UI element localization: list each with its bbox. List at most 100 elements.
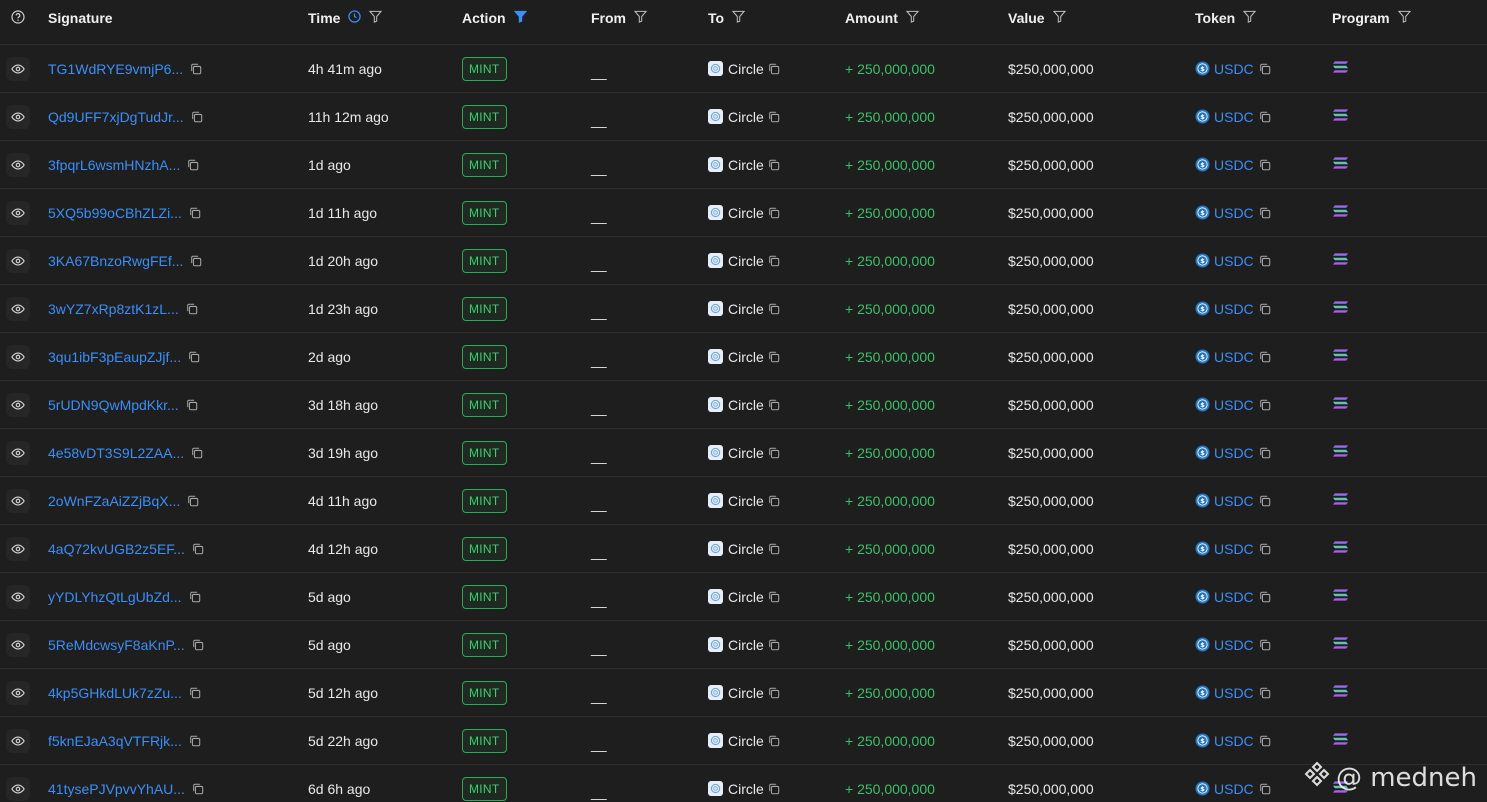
token-link[interactable]: USDC [1214,541,1254,557]
token-link[interactable]: USDC [1214,493,1254,509]
copy-icon[interactable] [768,399,780,411]
copy-icon[interactable] [768,351,780,363]
copy-icon[interactable] [768,687,780,699]
copy-icon[interactable] [768,447,780,459]
solana-icon[interactable] [1332,396,1349,413]
solana-icon[interactable] [1332,108,1349,125]
copy-icon[interactable] [189,207,201,219]
solana-icon[interactable] [1332,348,1349,365]
signature-link[interactable]: f5knEJaA3qVTFRjk... [48,733,182,749]
copy-icon[interactable] [1259,303,1271,315]
copy-icon[interactable] [1259,495,1271,507]
signature-link[interactable]: 41tysePJVpvvYhAU... [48,781,185,797]
signature-link[interactable]: 2oWnFZaAiZZjBqX... [48,493,180,509]
copy-icon[interactable] [186,303,198,315]
to-label[interactable]: Circle [728,589,764,605]
solana-icon[interactable] [1332,732,1349,749]
to-label[interactable]: Circle [728,637,764,653]
to-label[interactable]: Circle [728,157,764,173]
table-row[interactable]: 3KA67BnzoRwgFEf... 1d 20h ago MINT __ Ci… [0,237,1487,285]
view-button[interactable] [6,56,30,81]
to-label[interactable]: Circle [728,685,764,701]
copy-icon[interactable] [1259,591,1271,603]
filter-active-icon[interactable] [513,10,527,23]
view-button[interactable] [6,392,30,417]
filter-icon[interactable] [1243,10,1257,23]
filter-icon[interactable] [634,10,647,23]
copy-icon[interactable] [768,543,780,555]
copy-icon[interactable] [768,207,780,219]
copy-icon[interactable] [1259,639,1271,651]
view-button[interactable] [6,248,30,273]
token-link[interactable]: USDC [1214,109,1254,125]
token-link[interactable]: USDC [1214,685,1254,701]
copy-icon[interactable] [190,255,202,267]
copy-icon[interactable] [1259,399,1271,411]
signature-link[interactable]: 4kp5GHkdLUk7zZu... [48,685,182,701]
copy-icon[interactable] [186,399,198,411]
view-button[interactable] [6,632,30,657]
table-row[interactable]: 3fpqrL6wsmHNzhA... 1d ago MINT __ Circle… [0,141,1487,189]
to-label[interactable]: Circle [728,541,764,557]
table-row[interactable]: 4e58vDT3S9L2ZAA... 3d 19h ago MINT __ Ci… [0,429,1487,477]
to-label[interactable]: Circle [728,349,764,365]
clock-icon[interactable] [348,10,362,23]
view-button[interactable] [6,728,30,753]
token-link[interactable]: USDC [1214,205,1254,221]
to-label[interactable]: Circle [728,301,764,317]
solana-icon[interactable] [1332,252,1349,269]
to-label[interactable]: Circle [728,61,764,77]
token-link[interactable]: USDC [1214,589,1254,605]
solana-icon[interactable] [1332,636,1349,653]
token-link[interactable]: USDC [1214,637,1254,653]
signature-link[interactable]: 3wYZ7xRp8ztK1zL... [48,301,179,317]
solana-icon[interactable] [1332,444,1349,461]
signature-link[interactable]: 3fpqrL6wsmHNzhA... [48,157,180,173]
copy-icon[interactable] [1259,159,1271,171]
copy-icon[interactable] [768,735,780,747]
signature-link[interactable]: yYDLYhzQtLgUbZd... [48,589,182,605]
copy-icon[interactable] [1259,351,1271,363]
token-link[interactable]: USDC [1214,61,1254,77]
table-row[interactable]: TG1WdRYE9vmjP6... 4h 41m ago MINT __ Cir… [0,45,1487,93]
copy-icon[interactable] [191,447,203,459]
filter-icon[interactable] [1052,10,1066,23]
copy-icon[interactable] [768,111,780,123]
token-link[interactable]: USDC [1214,349,1254,365]
copy-icon[interactable] [187,159,199,171]
copy-icon[interactable] [768,159,780,171]
view-button[interactable] [6,488,30,513]
solana-icon[interactable] [1332,204,1349,221]
table-row[interactable]: 4kp5GHkdLUk7zZu... 5d 12h ago MINT __ Ci… [0,669,1487,717]
to-label[interactable]: Circle [728,253,764,269]
view-button[interactable] [6,440,30,465]
token-link[interactable]: USDC [1214,445,1254,461]
to-label[interactable]: Circle [728,397,764,413]
copy-icon[interactable] [1259,687,1271,699]
filter-icon[interactable] [369,10,383,23]
view-button[interactable] [6,296,30,321]
solana-icon[interactable] [1332,300,1349,317]
copy-icon[interactable] [768,591,780,603]
solana-icon[interactable] [1332,60,1349,77]
copy-icon[interactable] [768,495,780,507]
view-button[interactable] [6,776,30,801]
copy-icon[interactable] [189,687,201,699]
table-row[interactable]: 5XQ5b99oCBhZLZi... 1d 11h ago MINT __ Ci… [0,189,1487,237]
token-link[interactable]: USDC [1214,397,1254,413]
table-row[interactable]: yYDLYhzQtLgUbZd... 5d ago MINT __ Circle… [0,573,1487,621]
copy-icon[interactable] [191,111,203,123]
to-label[interactable]: Circle [728,205,764,221]
view-button[interactable] [6,344,30,369]
copy-icon[interactable] [192,543,204,555]
solana-icon[interactable] [1332,492,1349,509]
signature-link[interactable]: 4e58vDT3S9L2ZAA... [48,445,184,461]
to-label[interactable]: Circle [728,733,764,749]
copy-icon[interactable] [768,783,780,795]
filter-icon[interactable] [1397,10,1411,23]
copy-icon[interactable] [768,255,780,267]
help-icon[interactable] [6,0,30,44]
table-row[interactable]: 3qu1ibF3pEaupZJjf... 2d ago MINT __ Circ… [0,333,1487,381]
signature-link[interactable]: 3KA67BnzoRwgFEf... [48,253,183,269]
signature-link[interactable]: 5rUDN9QwMpdKkr... [48,397,179,413]
